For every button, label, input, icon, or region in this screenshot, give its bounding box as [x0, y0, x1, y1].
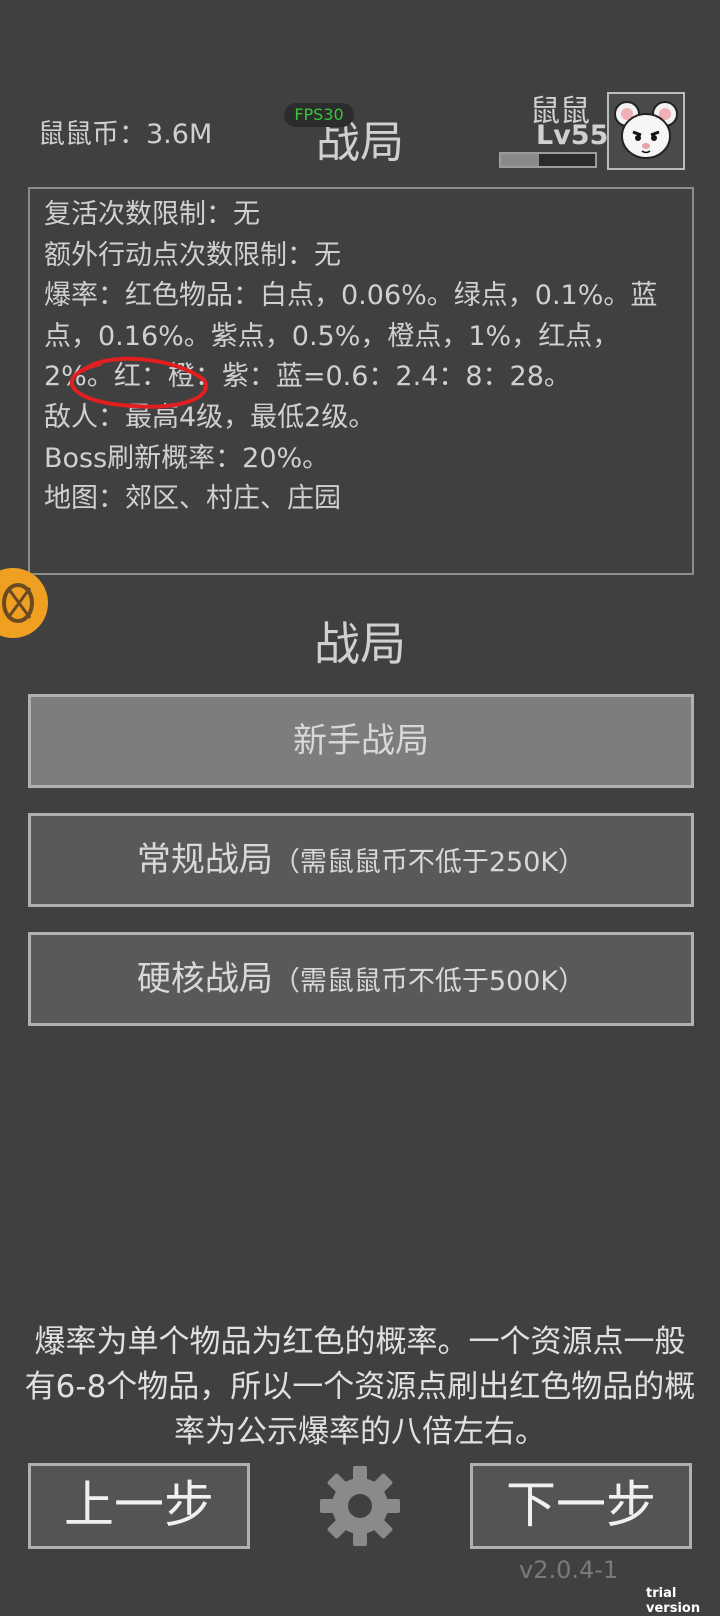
settings-button[interactable]: [316, 1462, 404, 1550]
section-title: 战局: [314, 617, 406, 671]
mode-label: 硬核战局: [136, 959, 273, 999]
xp-progress-bar: [499, 152, 597, 168]
version-label: v2.0.4-1: [519, 1556, 619, 1584]
mode-note: （需鼠鼠币不低于250K）: [272, 847, 586, 878]
info-action-limit: 额外行动点次数限制：无: [44, 239, 341, 271]
fps-counter: FPS30: [284, 103, 354, 127]
drop-rate-tip: 爆率为单个物品为红色的概率。一个资源点一般有6-8个物品，所以一个资源点刷出红色…: [24, 1324, 696, 1450]
prev-step-button[interactable]: 上一步: [28, 1463, 250, 1549]
mode-button-normal[interactable]: 常规战局（需鼠鼠币不低于250K）: [28, 813, 694, 907]
red-circle-annotation: [69, 356, 208, 409]
gear-icon: [320, 1466, 400, 1546]
info-maps: 地图：郊区、村庄、庄园: [44, 483, 341, 515]
mode-label: 新手战局: [293, 721, 429, 761]
mouse-avatar-icon: [614, 101, 678, 159]
avatar[interactable]: [607, 92, 685, 170]
next-step-button[interactable]: 下一步: [470, 1463, 692, 1549]
mode-button-beginner[interactable]: 新手战局: [28, 694, 694, 788]
mode-note: （需鼠鼠币不低于500K）: [272, 966, 586, 997]
trial-watermark: trial version: [646, 1586, 701, 1616]
info-revive-limit: 复活次数限制：无: [44, 199, 260, 230]
info-boss-rate: Boss刷新概率：20%。: [44, 442, 330, 474]
xp-progress-fill: [501, 154, 539, 166]
mode-label: 常规战局: [136, 840, 273, 880]
mode-button-hardcore[interactable]: 硬核战局（需鼠鼠币不低于500K）: [28, 932, 694, 1026]
user-level: Lv55: [536, 120, 609, 151]
